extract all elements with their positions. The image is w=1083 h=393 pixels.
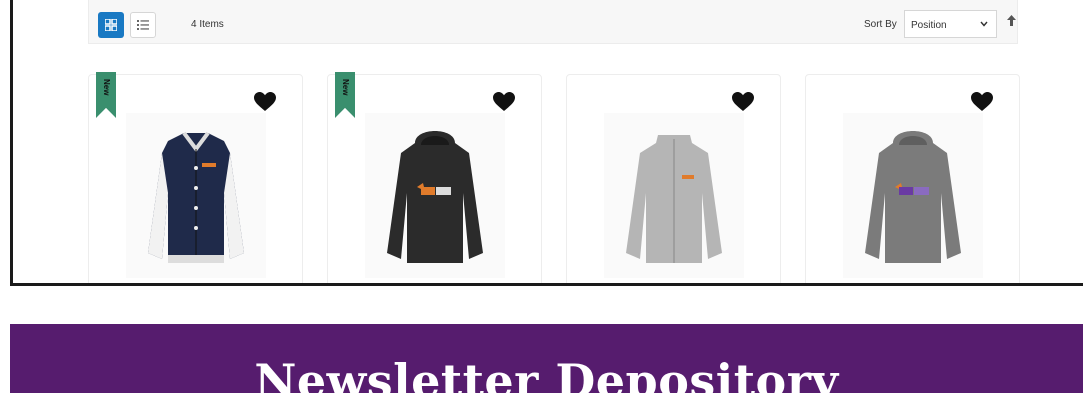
new-ribbon: New [335,72,355,118]
grid-icon [105,19,117,31]
new-badge-label: New [102,79,111,96]
chevron-down-icon [980,21,988,27]
sort-direction-arrow-icon[interactable] [1007,15,1016,26]
product-image-grey-zip-jacket[interactable] [603,113,744,278]
product-card[interactable]: New [327,72,542,283]
wishlist-heart-icon[interactable] [971,92,993,112]
wishlist-heart-icon[interactable] [732,92,754,112]
product-card[interactable]: New [88,72,303,283]
wishlist-heart-icon[interactable] [493,92,515,112]
product-card[interactable] [805,74,1020,283]
listing-toolbar: 4 Items Sort By Position [88,0,1018,44]
product-card[interactable] [566,74,781,283]
grid-view-button[interactable] [98,12,124,38]
product-image-varsity-jacket[interactable] [125,113,266,278]
new-ribbon: New [96,72,116,118]
product-image-black-hoodie[interactable] [364,113,505,278]
sort-select[interactable]: Position [904,10,997,38]
sort-by-label: Sort By [864,19,897,30]
newsletter-banner: Newsletter Depository [10,324,1083,393]
banner-title: Newsletter Depository [254,354,839,393]
sort-selected-value: Position [911,20,947,31]
product-image-grey-hoodie[interactable] [842,113,983,278]
list-view-button[interactable] [130,12,156,38]
list-icon [137,20,149,30]
new-badge-label: New [341,79,350,96]
item-count: 4 Items [191,19,224,30]
wishlist-heart-icon[interactable] [254,92,276,112]
product-listing-frame: 4 Items Sort By Position New New [10,0,1083,286]
